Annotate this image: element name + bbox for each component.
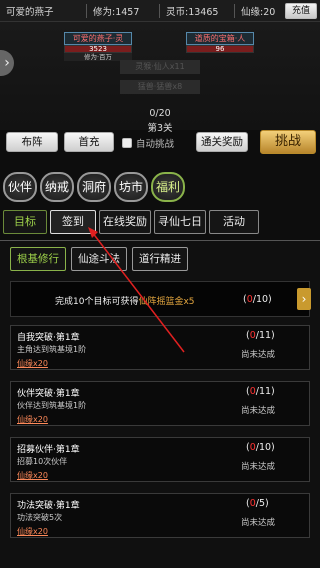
power-stat: 修为:1457 (87, 4, 159, 18)
status-bar: 可爱的燕子 修为:1457 灵币:13465 仙缘:20 充值 (0, 0, 320, 22)
quest-reward[interactable]: 仙缘x20 (17, 358, 48, 369)
tab-goals[interactable]: 目标 (3, 210, 47, 234)
auto-challenge-toggle[interactable]: 自动挑战 (122, 136, 174, 150)
quest-status: 尚未达成 (241, 406, 276, 416)
wave-progress: 0/20 (149, 108, 171, 119)
tab-events[interactable]: 活动 (209, 210, 259, 234)
enemy-unit: 道质的宝箱·人 96 (186, 32, 254, 53)
quest-desc: 伙伴达到筑基境1阶 (17, 401, 87, 410)
player-unit-name: 可爱的燕子·灵 (64, 32, 132, 45)
faded-enemy-label: 灵猴·仙人x11 (120, 60, 200, 74)
quest-progress: (0/11) (246, 386, 275, 397)
quest-status: 尚未达成 (241, 462, 276, 472)
quest-progress-total: /11) (255, 330, 275, 341)
subtab-duel[interactable]: 仙途斗法 (71, 247, 127, 271)
formation-button[interactable]: 布阵 (6, 132, 58, 152)
tab-seven-days[interactable]: 寻仙七日 (154, 210, 206, 234)
quest-card: 功法突破·第1章 功法突破5次 仙缘x20 (0/5) 尚未达成 (10, 493, 310, 538)
goal-summary: 完成10个目标可获得仙阵摇篮金x5 (0/10) › (10, 281, 311, 317)
nav-cave[interactable]: 洞府 (77, 172, 111, 202)
power-value: 1457 (115, 6, 140, 18)
action-row: 布阵 首充 自动挑战 通关奖励 挑战 (0, 130, 320, 156)
quest-progress-total: /11) (255, 386, 275, 397)
welfare-tabs: 目标 签到 在线奖励 寻仙七日 活动 (3, 210, 259, 234)
quest-reward[interactable]: 仙缘x20 (17, 526, 48, 537)
checkbox-icon[interactable] (122, 138, 132, 148)
summary-prefix: 完成10个目标可获得 (55, 297, 139, 307)
quest-card: 自我突破·第1章 主角达到筑基境1阶 仙缘x20 (0/11) 尚未达成 (10, 325, 310, 370)
quest-title: 招募伙伴·第1章 (17, 445, 80, 455)
quest-progress-total: /5) (255, 498, 269, 509)
enemy-unit-name: 道质的宝箱·人 (186, 32, 254, 45)
goal-subtabs: 根基修行 仙途斗法 道行精进 (10, 247, 188, 271)
quest-progress-total: /10) (255, 442, 275, 453)
power-label: 修为: (93, 6, 116, 18)
nav-partners[interactable]: 伙伴 (3, 172, 37, 202)
jade-label: 仙缘: (241, 6, 264, 18)
quest-desc: 招募10次伙伴 (17, 457, 68, 466)
quest-title: 伙伴突破·第1章 (17, 389, 80, 399)
challenge-button[interactable]: 挑战 (260, 130, 316, 154)
enemy-hp: 96 (186, 45, 254, 53)
coins-label: 灵币: (166, 6, 189, 18)
summary-text: 完成10个目标可获得仙阵摇篮金x5 (55, 294, 195, 307)
battle-area: › 可爱的燕子·灵 3523 修为·百万 道质的宝箱·人 96 灵猴·仙人x11… (0, 22, 320, 134)
tab-signin[interactable]: 签到 (50, 210, 96, 234)
tab-online-reward[interactable]: 在线奖励 (99, 210, 151, 234)
main-nav: 伙伴 纳戒 洞府 坊市 福利 (3, 172, 185, 202)
jade-value: 20 (263, 6, 276, 18)
quest-card: 招募伙伴·第1章 招募10次伙伴 仙缘x20 (0/10) 尚未达成 (10, 437, 310, 482)
clear-reward-button[interactable]: 通关奖励 (196, 132, 248, 152)
nav-storage-ring[interactable]: 纳戒 (40, 172, 74, 202)
subtab-advance[interactable]: 道行精进 (132, 247, 188, 271)
quest-progress: (0/10) (246, 442, 275, 453)
subtab-foundation[interactable]: 根基修行 (10, 247, 66, 271)
player-name: 可爱的燕子 (6, 6, 54, 18)
chevron-right-icon[interactable]: › (297, 288, 311, 310)
quest-progress: (0/5) (246, 498, 269, 509)
auto-challenge-label: 自动挑战 (136, 139, 175, 150)
summary-reward: 仙阵摇篮金x5 (138, 297, 195, 307)
goals-panel: 根基修行 仙途斗法 道行精进 完成10个目标可获得仙阵摇篮金x5 (0/10) … (0, 240, 320, 568)
quest-title: 自我突破·第1章 (17, 333, 80, 343)
recharge-button[interactable]: 充值 (285, 3, 317, 19)
first-recharge-button[interactable]: 首充 (64, 132, 114, 152)
quest-desc: 功法突破5次 (17, 513, 63, 522)
quest-progress: (0/11) (246, 330, 275, 341)
quest-title: 功法突破·第1章 (17, 501, 80, 511)
player-hp: 3523 (64, 45, 132, 53)
coins-stat: 灵币:13465 (160, 4, 234, 18)
summary-count-total: /10) (252, 294, 272, 305)
quest-reward[interactable]: 仙缘x20 (17, 470, 48, 481)
nav-market[interactable]: 坊市 (114, 172, 148, 202)
faded-enemy-label: 猛兽·猛兽x8 (120, 80, 200, 94)
quest-status: 尚未达成 (241, 518, 276, 528)
player-unit: 可爱的燕子·灵 3523 修为·百万 (64, 32, 132, 61)
quest-status: 尚未达成 (241, 350, 276, 360)
jade-stat: 仙缘:20 (235, 4, 285, 18)
quest-desc: 主角达到筑基境1阶 (17, 345, 87, 354)
nav-welfare[interactable]: 福利 (151, 172, 185, 202)
expand-arrow-icon[interactable]: › (0, 50, 14, 76)
summary-count: (0/10) (243, 294, 272, 305)
quest-card: 伙伴突破·第1章 伙伴达到筑基境1阶 仙缘x20 (0/11) 尚未达成 (10, 381, 310, 426)
coins-value: 13465 (188, 6, 219, 18)
quest-reward[interactable]: 仙缘x20 (17, 414, 48, 425)
